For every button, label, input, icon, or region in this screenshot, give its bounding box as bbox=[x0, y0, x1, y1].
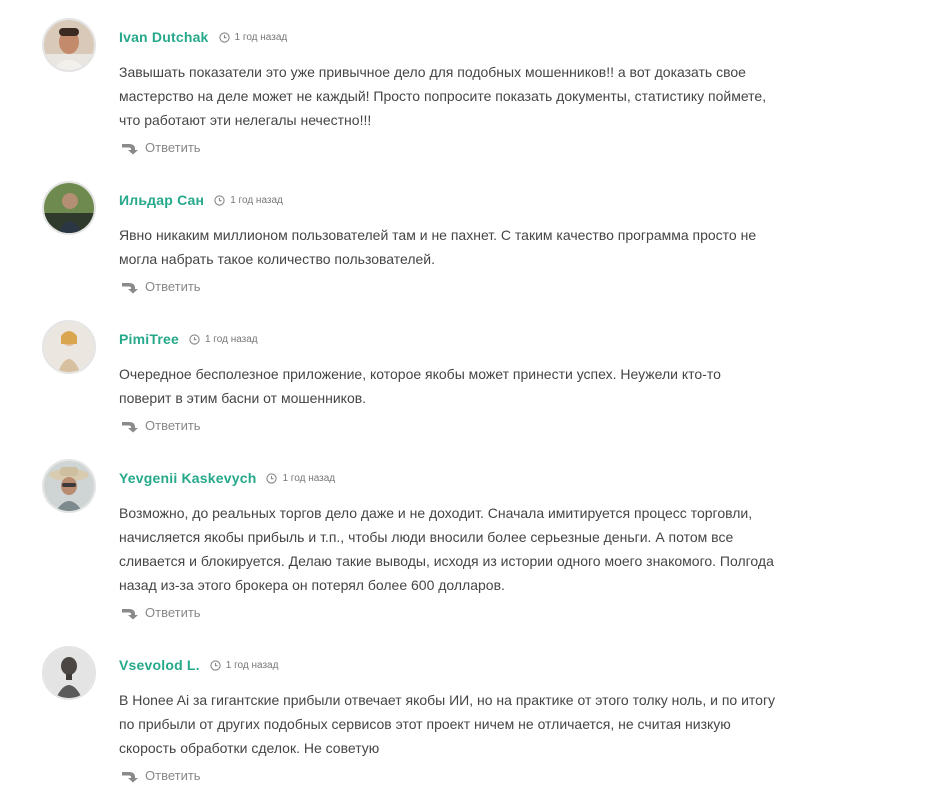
reply-icon bbox=[121, 606, 139, 620]
comment-line: что работают эти нелегалы нечестно!!! bbox=[119, 112, 372, 128]
reply-icon bbox=[121, 141, 139, 155]
user-photo-icon bbox=[44, 20, 94, 70]
comment-meta: PimiTree 1 год назад bbox=[119, 330, 258, 348]
comment-line: назад из-за этого брокера он потерял бол… bbox=[119, 577, 505, 593]
comment-line: поверит в этим басни от мошенников. bbox=[119, 390, 367, 406]
comment-line: сливается и блокируется. Делаю такие выв… bbox=[119, 553, 774, 569]
clock-icon bbox=[266, 472, 278, 484]
comment-meta: Vsevolod L. 1 год назад bbox=[119, 656, 278, 674]
reply-button[interactable]: Ответить bbox=[121, 418, 201, 433]
reply-label: Ответить bbox=[145, 279, 201, 294]
comment-line: В Honee Ai за гигантские прибыли отвечае… bbox=[119, 692, 776, 708]
comment-line: начисляется якобы прибыль и т.п., чтобы … bbox=[119, 529, 734, 545]
comment-text: Завышать показатели это уже привычное де… bbox=[119, 60, 799, 132]
comment-meta: Ильдар Сан 1 год назад bbox=[119, 191, 283, 209]
comment-line: мастерство на деле может не каждый! Прос… bbox=[119, 88, 767, 104]
avatar[interactable] bbox=[42, 181, 96, 235]
clock-icon bbox=[189, 333, 200, 345]
author-name[interactable]: Yevgenii Kaskevych bbox=[119, 470, 256, 486]
user-photo-icon bbox=[44, 183, 94, 233]
clock-icon bbox=[218, 31, 230, 43]
comment-date[interactable]: 1 год назад bbox=[230, 195, 283, 206]
reply-button[interactable]: Ответить bbox=[121, 279, 201, 294]
reply-button[interactable]: Ответить bbox=[121, 605, 201, 620]
comment-line: Очередное бесполезное приложение, которо… bbox=[119, 366, 721, 382]
comment-line: могла набрать такое количество пользоват… bbox=[119, 251, 436, 267]
reply-icon bbox=[121, 769, 139, 783]
author-name[interactable]: Ильдар Сан bbox=[119, 192, 204, 208]
comment-line: скорость обработки сделок. Не советую bbox=[119, 740, 380, 756]
author-name[interactable]: Vsevolod L. bbox=[119, 657, 200, 673]
comment-date[interactable]: 1 год назад bbox=[226, 660, 279, 671]
comment-line: по прибыли от других подобных сервисов э… bbox=[119, 716, 731, 732]
avatar[interactable] bbox=[42, 646, 96, 700]
reply-icon bbox=[121, 419, 139, 433]
comment-meta: Ivan Dutchak 1 год назад bbox=[119, 28, 287, 46]
clock-icon bbox=[210, 659, 221, 671]
user-photo-icon bbox=[44, 648, 94, 698]
reply-button[interactable]: Ответить bbox=[121, 140, 201, 155]
avatar[interactable] bbox=[42, 459, 96, 513]
comment-date[interactable]: 1 год назад bbox=[205, 334, 258, 345]
comment-text: В Honee Ai за гигантские прибыли отвечае… bbox=[119, 688, 799, 760]
comment-line: Явно никаким миллионом пользователей там… bbox=[119, 227, 757, 243]
comment-text: Возможно, до реальных торгов дело даже и… bbox=[119, 501, 799, 597]
reply-label: Ответить bbox=[145, 768, 201, 783]
author-name[interactable]: PimiTree bbox=[119, 331, 179, 347]
reply-label: Ответить bbox=[145, 605, 201, 620]
clock-icon bbox=[214, 194, 225, 206]
reply-button[interactable]: Ответить bbox=[121, 768, 201, 783]
reply-icon bbox=[121, 280, 139, 294]
reply-label: Ответить bbox=[145, 140, 201, 155]
user-photo-icon bbox=[44, 322, 94, 372]
comment-date[interactable]: 1 год назад bbox=[282, 473, 335, 484]
comment-meta: Yevgenii Kaskevych 1 год назад bbox=[119, 469, 335, 487]
user-photo-icon bbox=[44, 461, 94, 511]
reply-label: Ответить bbox=[145, 418, 201, 433]
comment-line: Возможно, до реальных торгов дело даже и… bbox=[119, 505, 753, 521]
comment-text: Явно никаким миллионом пользователей там… bbox=[119, 223, 799, 271]
comment-text: Очередное бесполезное приложение, которо… bbox=[119, 362, 799, 410]
avatar[interactable] bbox=[42, 18, 96, 72]
comment-line: Завышать показатели это уже привычное де… bbox=[119, 64, 746, 80]
avatar[interactable] bbox=[42, 320, 96, 374]
comment-date[interactable]: 1 год назад bbox=[235, 32, 288, 43]
author-name[interactable]: Ivan Dutchak bbox=[119, 29, 209, 45]
